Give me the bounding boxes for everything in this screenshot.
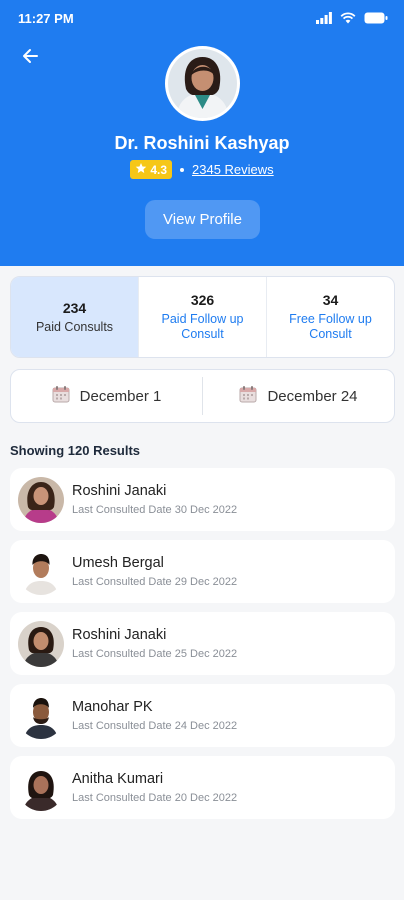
profile-header: 11:27 PM Dr. Roshini Kashyap 4.3 2345 Re… [0, 0, 404, 266]
status-bar: 11:27 PM [0, 0, 404, 38]
tab-label: Paid Follow up Consult [161, 312, 244, 341]
arrow-left-icon [21, 48, 39, 69]
patient-name: Roshini Janaki [72, 483, 167, 499]
start-date-picker[interactable]: December 1 [11, 370, 202, 422]
doctor-avatar [165, 46, 240, 121]
last-consulted-date: Last Consulted Date 29 Dec 2022 [72, 576, 238, 588]
calendar-icon [52, 385, 70, 408]
tab-label: Paid Consults [35, 319, 114, 334]
battery-icon [364, 11, 388, 29]
end-date: December 24 [267, 387, 358, 405]
tab-label: Free Follow up Consult [289, 312, 372, 341]
last-consulted-date: Last Consulted Date 25 Dec 2022 [72, 648, 238, 660]
tab-count: 234 [62, 299, 87, 316]
list-item[interactable]: Manohar PK Last Consulted Date 24 Dec 20… [10, 684, 395, 747]
results-count: Showing 120 Results [10, 443, 141, 458]
patient-name: Manohar PK [72, 699, 153, 715]
patient-name: Umesh Bergal [72, 555, 164, 571]
start-date: December 1 [79, 387, 162, 405]
star-icon [135, 162, 147, 177]
status-icons [316, 11, 388, 29]
signal-icon [316, 11, 332, 29]
list-item[interactable]: Roshini Janaki Last Consulted Date 30 De… [10, 468, 395, 531]
back-button[interactable] [14, 44, 46, 72]
tab-paid-consults[interactable]: 234 Paid Consults [11, 277, 139, 357]
patient-name: Roshini Janaki [72, 627, 167, 643]
last-consulted-date: Last Consulted Date 20 Dec 2022 [72, 792, 238, 804]
avatar [18, 764, 64, 811]
end-date-picker[interactable]: December 24 [203, 370, 394, 422]
rating-row: 4.3 2345 Reviews [0, 160, 404, 179]
last-consulted-date: Last Consulted Date 30 Dec 2022 [72, 504, 238, 516]
rating-badge: 4.3 [130, 160, 173, 179]
list-item[interactable]: Anitha Kumari Last Consulted Date 20 Dec… [10, 756, 395, 819]
avatar [18, 620, 64, 667]
avatar [18, 548, 64, 595]
status-time: 11:27 PM [18, 11, 74, 26]
patient-name: Anitha Kumari [72, 771, 164, 787]
reviews-link[interactable]: 2345 Reviews [192, 162, 274, 177]
separator-dot [180, 167, 185, 172]
doctor-name: Dr. Roshini Kashyap [114, 133, 290, 153]
date-range-picker: December 1 December 24 [10, 369, 395, 423]
consult-tabs: 234 Paid Consults 326 Paid Follow up Con… [10, 276, 395, 358]
calendar-icon [239, 385, 257, 408]
avatar [18, 692, 64, 739]
rating-value: 4.3 [150, 162, 168, 177]
view-profile-button[interactable]: View Profile [145, 200, 260, 239]
last-consulted-date: Last Consulted Date 24 Dec 2022 [72, 720, 238, 732]
tab-count: 326 [190, 292, 215, 308]
wifi-icon [340, 11, 356, 29]
list-item[interactable]: Roshini Janaki Last Consulted Date 25 De… [10, 612, 395, 675]
patient-list: Roshini Janaki Last Consulted Date 30 De… [10, 468, 395, 828]
list-item[interactable]: Umesh Bergal Last Consulted Date 29 Dec … [10, 540, 395, 603]
tab-count: 34 [322, 292, 339, 308]
tab-free-follow-up[interactable]: 34 Free Follow up Consult [267, 277, 394, 357]
avatar [18, 476, 64, 523]
tab-paid-follow-up[interactable]: 326 Paid Follow up Consult [139, 277, 267, 357]
